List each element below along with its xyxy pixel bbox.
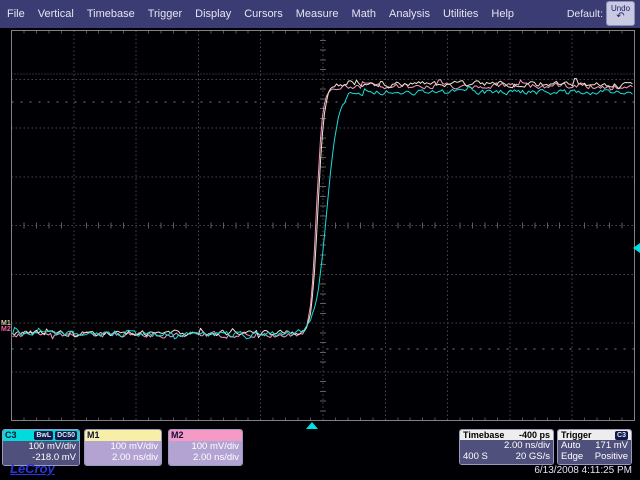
trigger-time-marker[interactable] bbox=[306, 422, 318, 429]
trigger-type: Edge bbox=[561, 452, 583, 463]
channel-descriptor-m1[interactable]: M1 100 mV/div 2.00 ns/div bbox=[84, 429, 162, 466]
c3-header: C3 BwL DC50 bbox=[3, 430, 79, 441]
m2-time-per-div: 2.00 ns/div bbox=[172, 453, 239, 464]
m1-time-per-div: 2.00 ns/div bbox=[88, 453, 158, 464]
timebase-sample-rate: 20 GS/s bbox=[516, 452, 550, 463]
timebase-per-div: 2.00 ns/div bbox=[504, 441, 550, 452]
trace-c3 bbox=[13, 86, 633, 339]
trigger-level: 171 mV bbox=[595, 441, 628, 452]
lecroy-logo: LeCroy bbox=[10, 461, 55, 476]
m2-volts-per-div: 100 mV/div bbox=[172, 442, 239, 453]
m2-label: M2 bbox=[171, 430, 184, 441]
trigger-settings: Auto 171 mV Edge Positive bbox=[558, 440, 631, 464]
trigger-descriptor[interactable]: Trigger C3 Auto 171 mV Edge Positive bbox=[557, 429, 632, 465]
trigger-header: Trigger C3 bbox=[558, 430, 631, 440]
timebase-samples: 400 S bbox=[463, 452, 488, 463]
m1-volts-per-div: 100 mV/div bbox=[88, 442, 158, 453]
trace-level-label-m2: M2 bbox=[1, 326, 11, 333]
m1-label: M1 bbox=[87, 430, 100, 441]
m2-header: M2 bbox=[169, 430, 242, 441]
trigger-slope: Positive bbox=[595, 452, 628, 463]
timebase-label: Timebase bbox=[463, 430, 504, 440]
timebase-settings: 2.00 ns/div 400 S 20 GS/s bbox=[460, 440, 553, 464]
bwl-badge: BwL bbox=[34, 431, 53, 440]
timebase-header: Timebase -400 ps bbox=[460, 430, 553, 440]
trigger-source-badge: C3 bbox=[615, 431, 628, 440]
c3-volts-per-div: 100 mV/div bbox=[6, 442, 76, 453]
m1-header: M1 bbox=[85, 430, 161, 441]
channel-descriptor-m2[interactable]: M2 100 mV/div 2.00 ns/div bbox=[168, 429, 243, 466]
graticule-and-traces bbox=[0, 0, 640, 480]
dc50-badge: DC50 bbox=[55, 431, 77, 440]
datetime-status: 6/13/2008 4:11:25 PM bbox=[455, 465, 632, 476]
trigger-level-marker[interactable] bbox=[633, 243, 640, 253]
m2-settings: 100 mV/div 2.00 ns/div bbox=[169, 441, 242, 465]
timebase-descriptor[interactable]: Timebase -400 ps 2.00 ns/div 400 S 20 GS… bbox=[459, 429, 554, 465]
timebase-offset: -400 ps bbox=[519, 430, 550, 440]
c3-label: C3 bbox=[5, 430, 17, 441]
oscilloscope-screen: File Vertical Timebase Trigger Display C… bbox=[0, 0, 640, 480]
trigger-label: Trigger bbox=[561, 430, 592, 440]
m1-settings: 100 mV/div 2.00 ns/div bbox=[85, 441, 161, 465]
trigger-mode: Auto bbox=[561, 441, 581, 452]
